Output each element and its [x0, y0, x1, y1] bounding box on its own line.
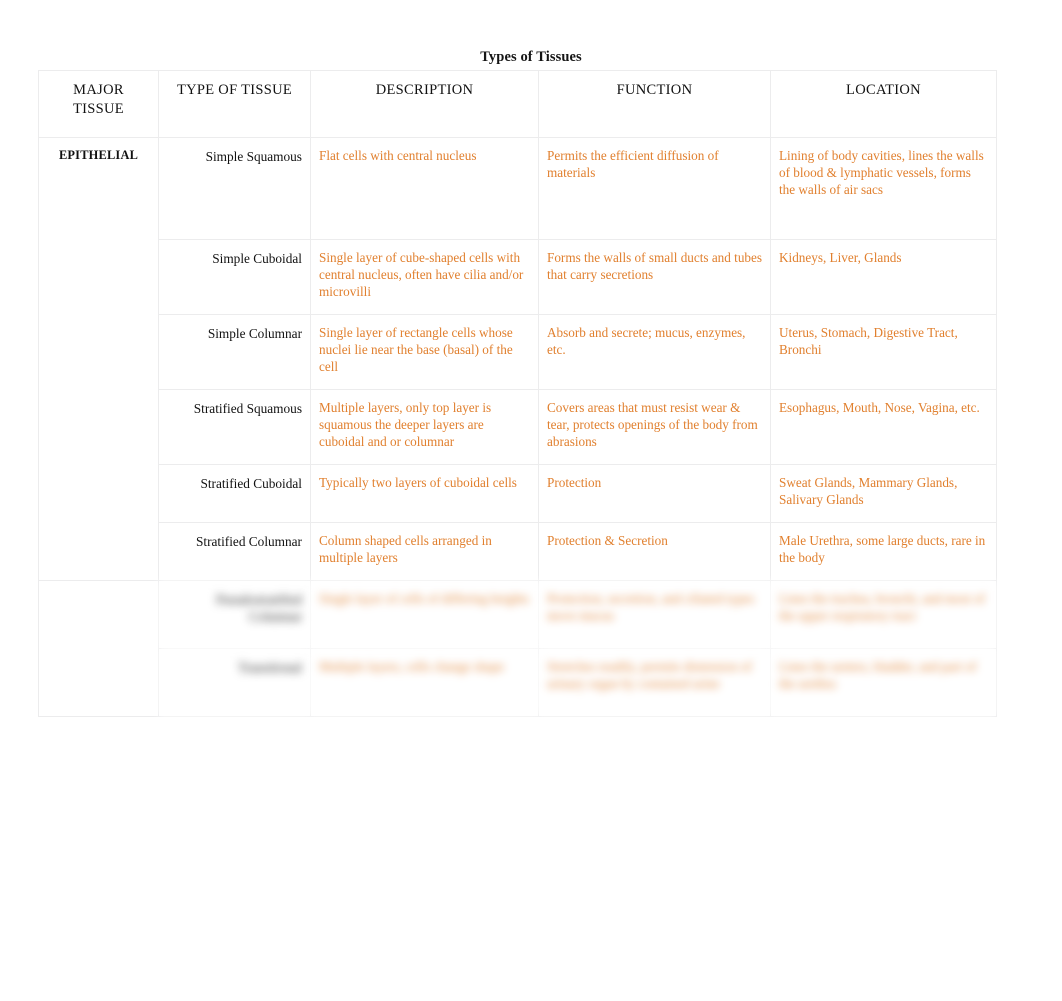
tissue-type-cell: Pseudostratified Columnar [158, 580, 311, 649]
table-row: Stratified Cuboidal Typically two layers… [39, 464, 997, 523]
major-tissue-cell-epithelial: EPITHELIAL [38, 137, 159, 581]
description-cell: Multiple layers, cells change shape [310, 648, 539, 717]
location-cell: Kidneys, Liver, Glands [770, 239, 997, 315]
table-header: MAJOR TISSUE TYPE OF TISSUE DESCRIPTION … [38, 70, 997, 138]
page-title: Types of Tissues [480, 49, 582, 65]
tissue-type-cell: Transitional [158, 648, 311, 717]
table-header-row: MAJOR TISSUE TYPE OF TISSUE DESCRIPTION … [38, 70, 997, 138]
tissue-type-cell: Stratified Squamous [158, 389, 311, 465]
location-cell: Lines the ureters, bladder, and part of … [770, 648, 997, 717]
column-header-description: DESCRIPTION [310, 70, 539, 138]
location-cell: Sweat Glands, Mammary Glands, Salivary G… [770, 464, 997, 523]
location-cell: Lines the trachea, bronchi, and most of … [770, 580, 997, 649]
column-header-location: LOCATION [770, 70, 997, 138]
tissue-type-cell: Simple Squamous [158, 137, 311, 240]
table-row: EPITHELIAL Simple Squamous Flat cells wi… [38, 137, 997, 581]
function-cell: Stretches readily, permits distension of… [538, 648, 771, 717]
location-cell: Male Urethra, some large ducts, rare in … [770, 522, 997, 581]
table-row: Simple Cuboidal Single layer of cube-sha… [39, 239, 997, 315]
page-root: Types of Tissues MAJOR TISSUE TYPE OF TI… [0, 0, 1062, 1001]
function-cell: Protection & Secretion [538, 522, 771, 581]
column-header-major-tissue-line1: MAJOR [73, 82, 124, 98]
location-cell: Uterus, Stomach, Digestive Tract, Bronch… [770, 314, 997, 390]
tissue-type-cell: Simple Columnar [158, 314, 311, 390]
column-header-major-tissue: MAJOR TISSUE [38, 70, 159, 138]
function-cell: Covers areas that must resist wear & tea… [538, 389, 771, 465]
table-row: Stratified Columnar Column shaped cells … [39, 522, 997, 581]
tissue-type-cell: Stratified Columnar [158, 522, 311, 581]
description-cell: Multiple layers, only top layer is squam… [310, 389, 539, 465]
function-cell: Absorb and secrete; mucus, enzymes, etc. [538, 314, 771, 390]
table-row-locked: Transitional Multiple layers, cells chan… [39, 648, 997, 717]
tissues-table: MAJOR TISSUE TYPE OF TISSUE DESCRIPTION … [38, 70, 997, 717]
description-cell: Flat cells with central nucleus [310, 137, 539, 240]
function-cell: Protection [538, 464, 771, 523]
location-cell: Esophagus, Mouth, Nose, Vagina, etc. [770, 389, 997, 465]
function-cell: Protection, secretion, and ciliated type… [538, 580, 771, 649]
column-header-function: FUNCTION [538, 70, 771, 138]
table-body: EPITHELIAL Simple Squamous Flat cells wi… [38, 137, 997, 717]
description-cell: Column shaped cells arranged in multiple… [310, 522, 539, 581]
column-header-type-of-tissue: TYPE OF TISSUE [158, 70, 311, 138]
description-cell: Typically two layers of cuboidal cells [310, 464, 539, 523]
table-row: Simple Columnar Single layer of rectangl… [39, 314, 997, 390]
description-cell: Single layer of cube-shaped cells with c… [310, 239, 539, 315]
table-row-locked: Pseudostratified Columnar Single layer o… [38, 580, 997, 717]
tissue-type-cell: Stratified Cuboidal [158, 464, 311, 523]
tissues-table-container: MAJOR TISSUE TYPE OF TISSUE DESCRIPTION … [38, 70, 997, 717]
column-header-major-tissue-line2: TISSUE [73, 100, 124, 117]
tissue-type-cell: Simple Cuboidal [158, 239, 311, 315]
location-cell: Lining of body cavities, lines the walls… [770, 137, 997, 240]
function-cell: Permits the efficient diffusion of mater… [538, 137, 771, 240]
major-tissue-cell-empty [38, 580, 159, 717]
description-cell: Single layer of cells of differing heigh… [310, 580, 539, 649]
table-row: Stratified Squamous Multiple layers, onl… [39, 389, 997, 465]
function-cell: Forms the walls of small ducts and tubes… [538, 239, 771, 315]
description-cell: Single layer of rectangle cells whose nu… [310, 314, 539, 390]
